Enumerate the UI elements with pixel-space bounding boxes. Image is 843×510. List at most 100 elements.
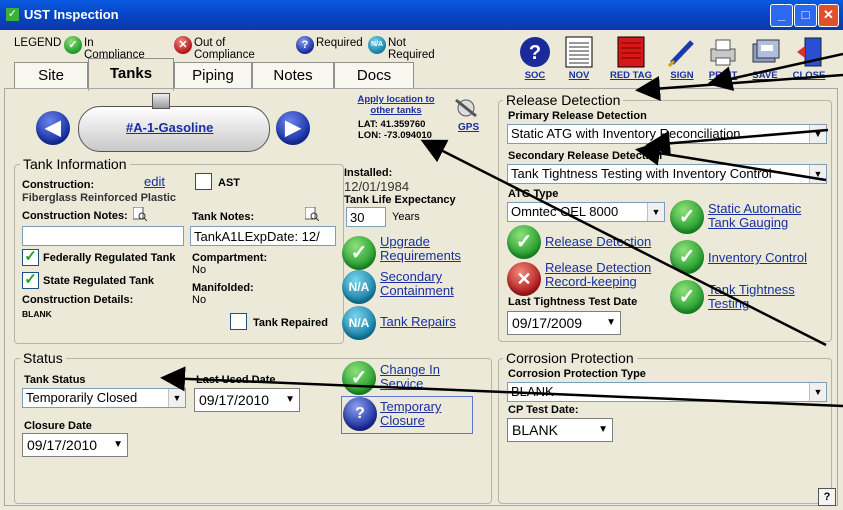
sign-button[interactable]: SIGN xyxy=(659,36,705,81)
closure-date-select[interactable]: 09/17/2010 ▼ xyxy=(22,433,128,457)
secondary-release-select[interactable]: Tank Tightness Testing with Inventory Co… xyxy=(507,164,827,184)
atg-type-select[interactable]: Omntec OEL 8000 ▼ xyxy=(507,202,665,222)
ast-checkbox[interactable] xyxy=(195,173,212,190)
close-button[interactable]: CLOSE xyxy=(786,36,832,81)
last-used-date-select[interactable]: 09/17/2010 ▼ xyxy=(194,388,300,412)
manifolded-value: No xyxy=(192,294,207,306)
corrosion-protection-title: Corrosion Protection xyxy=(503,350,637,366)
construction-label: Construction: xyxy=(22,179,95,191)
tank-repairs-link[interactable]: Tank Repairs xyxy=(380,314,456,329)
nov-label: NOV xyxy=(568,70,590,81)
compartment-value: No xyxy=(192,264,207,276)
tank-information-title: Tank Information xyxy=(20,156,130,172)
chevron-down-icon: ▼ xyxy=(647,203,664,221)
red-tag-icon xyxy=(615,36,647,68)
upgrade-requirements-link[interactable]: Upgrade Requirements xyxy=(380,235,480,263)
static-atg-link[interactable]: Static Automatic Tank Gauging xyxy=(708,202,828,230)
last-tightness-label: Last Tightness Test Date xyxy=(508,296,638,308)
tab-site[interactable]: Site xyxy=(14,62,88,89)
construction-edit-link[interactable]: edit xyxy=(144,174,165,189)
primary-release-label: Primary Release Detection xyxy=(508,110,647,122)
legend-not-required: Not Required xyxy=(388,37,435,61)
temporary-closure-box[interactable]: ? Temporary Closure xyxy=(341,396,473,434)
cp-test-date-select[interactable]: BLANK ▼ xyxy=(507,418,613,442)
na-icon: N/A xyxy=(342,306,376,340)
previous-tank-button[interactable]: ◀ xyxy=(36,111,70,145)
construction-notes-input[interactable] xyxy=(22,226,184,246)
atg-type-label: ATG Type xyxy=(508,188,559,200)
tank-life-label: Tank Life Expectancy xyxy=(344,194,456,206)
inventory-control-link[interactable]: Inventory Control xyxy=(708,250,807,265)
svg-text:?: ? xyxy=(529,42,541,64)
magnifier-icon[interactable] xyxy=(132,206,148,222)
apply-location-link[interactable]: Apply location to other tanks xyxy=(356,94,436,116)
installed-value: 12/01/1984 xyxy=(344,179,410,194)
maximize-button[interactable]: □ xyxy=(794,4,817,27)
last-tightness-date-select[interactable]: 09/17/2009 ▼ xyxy=(507,311,621,335)
chevron-down-icon: ▼ xyxy=(809,165,826,183)
release-detection-link[interactable]: Release Detection xyxy=(545,234,651,249)
secondary-release-value: Tank Tightness Testing with Inventory Co… xyxy=(511,166,772,181)
chevron-down-icon: ▼ xyxy=(168,389,185,407)
chevron-down-icon: ▼ xyxy=(809,125,826,143)
save-button[interactable]: SAVE xyxy=(742,36,788,81)
save-icon xyxy=(749,36,781,68)
pen-icon xyxy=(666,36,698,68)
tank-life-unit: Years xyxy=(392,211,420,223)
legend-out-of-compliance: Out of Compliance xyxy=(194,37,255,61)
tank-notes-input[interactable]: TankA1LExpDate: 12/ xyxy=(190,226,336,246)
secondary-containment-link[interactable]: Secondary Containment xyxy=(380,270,480,298)
sign-label: SIGN xyxy=(670,70,694,81)
tank-tightness-testing-link[interactable]: Tank Tightness Testing xyxy=(708,283,818,311)
chevron-down-icon: ▼ xyxy=(598,424,608,435)
check-icon: ✓ xyxy=(670,200,704,234)
corrosion-type-select[interactable]: BLANK ▼ xyxy=(507,382,827,402)
tab-notes[interactable]: Notes xyxy=(252,62,334,89)
close-label: CLOSE xyxy=(792,70,826,81)
magnifier-icon[interactable] xyxy=(304,206,320,222)
last-tightness-date-value: 09/17/2009 xyxy=(512,315,583,331)
soc-label: SOC xyxy=(524,70,546,81)
primary-release-select[interactable]: Static ATG with Inventory Reconciliation… xyxy=(507,124,827,144)
nov-button[interactable]: NOV xyxy=(556,36,602,81)
help-button[interactable]: ? xyxy=(818,488,836,506)
tank-life-input[interactable]: 30 xyxy=(346,207,386,227)
question-icon: ? xyxy=(343,397,377,431)
compartment-label: Compartment: xyxy=(192,252,268,264)
last-used-label: Last Used Date xyxy=(196,374,276,386)
change-in-service-link[interactable]: Change In Service xyxy=(380,363,460,391)
soc-button[interactable]: ? SOC xyxy=(512,36,558,81)
state-regulated-checkbox[interactable]: ✓ xyxy=(22,272,39,289)
construction-value: Fiberglass Reinforced Plastic xyxy=(22,192,177,204)
construction-details-label: Construction Details: xyxy=(22,294,134,306)
close-window-button[interactable]: ✕ xyxy=(818,4,839,27)
x-icon: ✕ xyxy=(174,36,192,54)
save-label: SAVE xyxy=(752,70,778,81)
print-button[interactable]: PRINT xyxy=(700,36,746,81)
tank-cap xyxy=(152,93,170,109)
tank-repaired-checkbox[interactable] xyxy=(230,313,247,330)
record-keeping-link[interactable]: Release Detection Record-keeping xyxy=(545,261,670,289)
tank-status-select[interactable]: Temporarily Closed ▼ xyxy=(22,388,186,408)
check-icon: ✓ xyxy=(342,236,376,270)
title-bar: ✓ UST Inspection _ □ ✕ xyxy=(0,0,843,30)
federally-regulated-checkbox[interactable]: ✓ xyxy=(22,249,39,266)
corrosion-type-value: BLANK xyxy=(511,384,554,399)
temporary-closure-link[interactable]: Temporary Closure xyxy=(380,400,470,428)
minimize-button[interactable]: _ xyxy=(770,4,793,27)
gps-link[interactable]: GPS xyxy=(458,122,479,133)
tab-docs[interactable]: Docs xyxy=(334,62,414,89)
closure-date-label: Closure Date xyxy=(24,420,92,432)
atg-type-value: Omntec OEL 8000 xyxy=(511,204,619,219)
cp-test-date-value: BLANK xyxy=(512,422,558,438)
tab-tanks[interactable]: Tanks xyxy=(88,58,174,91)
check-icon: ✓ xyxy=(507,225,541,259)
red-tag-button[interactable]: RED TAG xyxy=(608,36,654,81)
tab-piping[interactable]: Piping xyxy=(174,62,252,89)
chevron-down-icon: ▼ xyxy=(113,439,123,450)
next-tank-button[interactable]: ▶ xyxy=(276,111,310,145)
secondary-release-label: Secondary Release Detection xyxy=(508,150,663,162)
door-exit-icon xyxy=(793,36,825,68)
tank-name-link[interactable]: #A-1-Gasoline xyxy=(126,120,213,135)
primary-release-value: Static ATG with Inventory Reconciliation xyxy=(511,126,741,141)
